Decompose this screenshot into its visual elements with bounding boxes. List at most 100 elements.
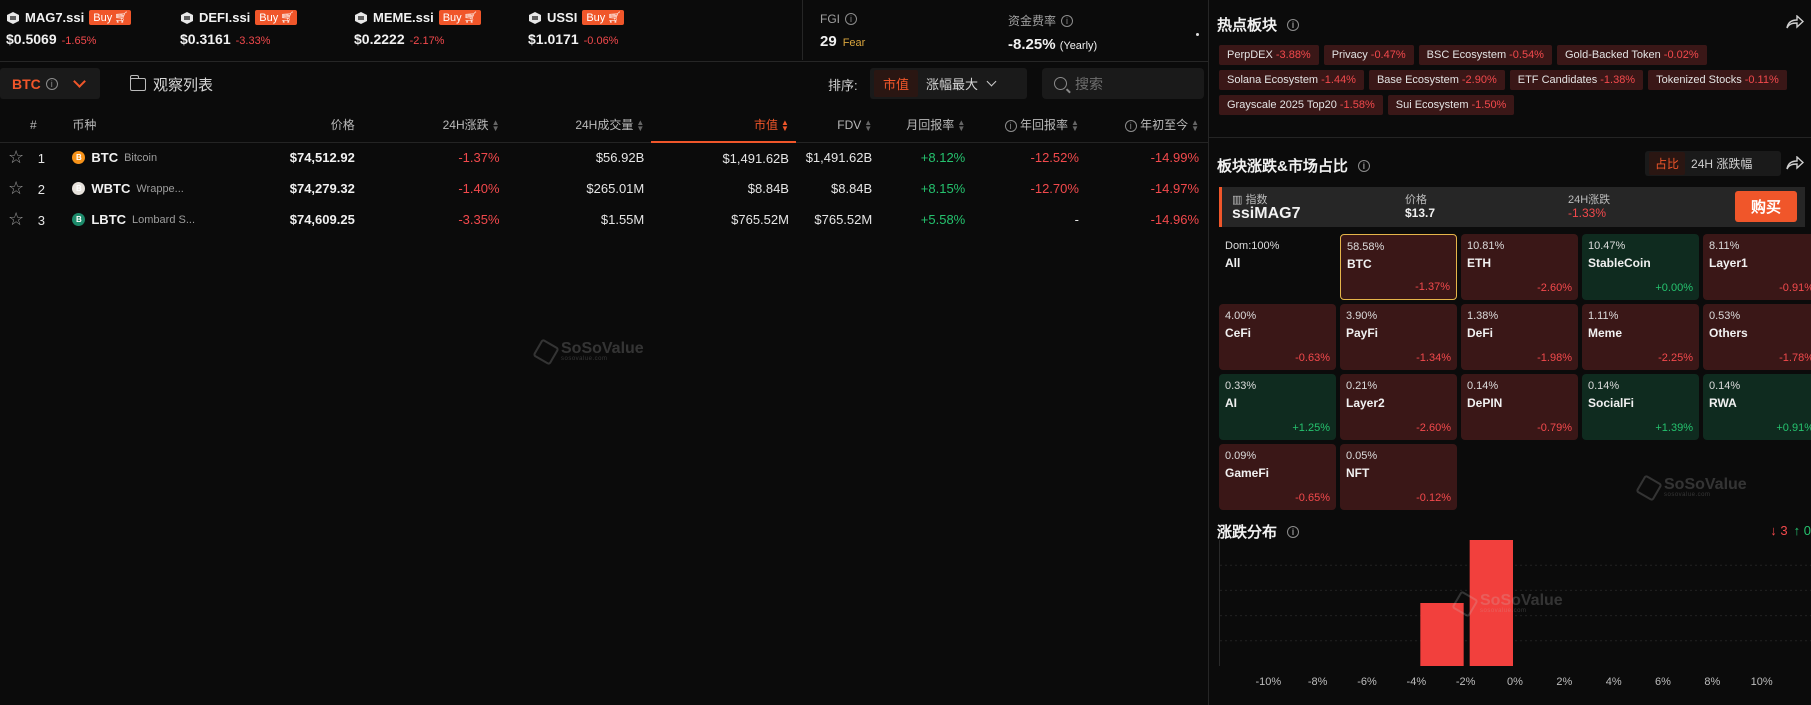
toggle-change-button[interactable]: 24H 涨跌幅 <box>1685 152 1758 175</box>
star-icon[interactable]: ☆ <box>8 147 24 167</box>
sector-cell-depin[interactable]: 0.14% DePIN -0.79% <box>1461 374 1578 440</box>
sector-cell-layer1[interactable]: 8.11% Layer1 -0.91% <box>1703 234 1811 300</box>
info-icon[interactable]: i <box>45 77 58 90</box>
volume-cell: $1.55M <box>600 212 645 227</box>
index-defi[interactable]: DEFI.ssi Buy 🛒︎ $0.3161 -3.33% <box>180 10 298 60</box>
sector-cell-stablecoin[interactable]: 10.47% StableCoin +0.00% <box>1582 234 1699 300</box>
sector-name: Others <box>1709 326 1748 340</box>
sector-cell-defi[interactable]: 1.38% DeFi -1.98% <box>1461 304 1578 370</box>
sector-cell-ai[interactable]: 0.33% AI +1.25% <box>1219 374 1336 440</box>
table-row[interactable]: ☆ 3 B LBTC Lombard S... $74,609.25 -3.35… <box>0 204 1208 235</box>
hot-sector-tag[interactable]: Privacy -0.47% <box>1323 45 1414 65</box>
col-yearly-return[interactable]: i 年回报率 ▲ ▼ <box>972 108 1086 143</box>
monthly-return-cell: +8.15% <box>920 181 966 196</box>
search-input[interactable] <box>1075 75 1195 92</box>
info-icon[interactable]: i <box>1124 120 1137 133</box>
sector-cell-payfi[interactable]: 3.90% PayFi -1.34% <box>1340 304 1457 370</box>
share-icon[interactable] <box>1786 15 1804 29</box>
hot-sector-tag[interactable]: Base Ecosystem -2.90% <box>1368 70 1505 90</box>
x-tick-label: 0% <box>1507 676 1523 688</box>
up-count: ↑ 0 <box>1794 523 1811 538</box>
watermark-logo: SoSoValue sosovalue.com <box>1451 590 1563 618</box>
info-icon[interactable]: i <box>1061 14 1074 27</box>
star-icon[interactable]: ☆ <box>8 209 24 229</box>
sector-name: CeFi <box>1225 326 1252 340</box>
index-change: -0.06% <box>583 35 619 47</box>
index-name: MEME.ssi <box>373 10 434 25</box>
share-icon[interactable] <box>1786 156 1804 170</box>
fdv-cell: $765.52M <box>814 212 873 227</box>
col-monthly-return[interactable]: 月回报率 ▲ ▼ <box>879 108 973 143</box>
hot-sector-tag[interactable]: BSC Ecosystem -0.54% <box>1418 45 1552 65</box>
star-icon[interactable]: ☆ <box>8 178 24 198</box>
price-cell: $74,512.92 <box>289 150 355 166</box>
coin-cell[interactable]: B BTC Bitcoin <box>72 142 258 173</box>
sector-cell-meme[interactable]: 1.11% Meme -2.25% <box>1582 304 1699 370</box>
monthly-return-cell: +5.58% <box>920 212 966 227</box>
buy-button[interactable]: 购买 <box>1735 191 1797 222</box>
sector-cell-layer2[interactable]: 0.21% Layer2 -2.60% <box>1340 374 1457 440</box>
tag-name: Gold-Backed Token <box>1564 49 1661 61</box>
sector-panel: 热点板块 i PerpDEX -3.88% Privacy -0.47% BSC Ecos… <box>1209 0 1811 705</box>
index-name: ssiMAG7 <box>1232 205 1301 222</box>
watchlist-tab[interactable]: 观察列表 <box>130 74 213 95</box>
x-tick-label: 10% <box>1750 676 1773 688</box>
sector-cell-cefi[interactable]: 4.00% CeFi -0.63% <box>1219 304 1336 370</box>
index-ussi[interactable]: USSI Buy 🛒︎ $1.0171 -0.06% <box>528 10 625 60</box>
sector-cell-socialfi[interactable]: 0.14% SocialFi +1.39% <box>1582 374 1699 440</box>
sector-cell-btc[interactable]: 58.58% BTC -1.37% <box>1340 234 1457 300</box>
sort-market-cap-button[interactable]: 市值 <box>874 70 919 97</box>
index-name: DEFI.ssi <box>199 10 251 25</box>
buy-tag-button[interactable]: Buy 🛒︎ <box>438 10 481 25</box>
hot-sector-tag[interactable]: Gold-Backed Token -0.02% <box>1556 45 1707 65</box>
info-icon[interactable]: i <box>1004 120 1017 133</box>
sort-top-gainers-dropdown[interactable]: 涨幅最大 <box>918 70 1003 97</box>
col-market-cap[interactable]: 市值 ▲ ▼ <box>651 108 796 143</box>
col-change24h[interactable]: 24H涨跌 ▲ ▼ <box>361 108 507 143</box>
hot-sector-tag[interactable]: Sui Ecosystem -1.50% <box>1387 95 1515 115</box>
info-icon[interactable]: i <box>1357 159 1370 172</box>
more-dot-icon[interactable] <box>1196 33 1199 36</box>
hot-sector-tag[interactable]: Tokenized Stocks -0.11% <box>1648 70 1787 90</box>
buy-tag-button[interactable]: Buy 🛒︎ <box>582 10 625 25</box>
sector-cell-nft[interactable]: 0.05% NFT -0.12% <box>1340 444 1457 510</box>
info-icon[interactable]: i <box>845 13 857 25</box>
buy-tag-button[interactable]: Buy 🛒︎ <box>89 10 132 25</box>
info-icon[interactable]: i <box>1287 18 1300 31</box>
col-ytd[interactable]: i 年初至今 ▲ ▼ <box>1085 108 1208 143</box>
sector-change: -1.37% <box>1415 281 1450 293</box>
distribution-counts: ↓ 3 ↑ 0 <box>1770 523 1811 538</box>
buy-tag-button[interactable]: Buy 🛒︎ <box>255 10 298 25</box>
hot-sector-tag[interactable]: Solana Ecosystem -1.44% <box>1219 70 1364 90</box>
price-label: 价格 <box>1405 194 1427 206</box>
sector-share: 1.38% <box>1467 310 1499 322</box>
hot-sector-tag[interactable]: ETF Candidates -1.38% <box>1509 70 1644 90</box>
coin-cell[interactable]: B WBTC Wrappe... <box>72 173 258 204</box>
hot-sector-tags: PerpDEX -3.88% Privacy -0.47% BSC Ecosystem -… <box>1219 45 1789 115</box>
sector-name: BTC <box>1347 257 1372 271</box>
sector-cell-others[interactable]: 0.53% Others -1.78% <box>1703 304 1811 370</box>
table-row[interactable]: ☆ 2 B WBTC Wrappe... $74,279.32 -1.40% $… <box>0 173 1208 204</box>
chevron-down-icon <box>72 74 86 88</box>
sector-cell-rwa[interactable]: 0.14% RWA +0.91% <box>1703 374 1811 440</box>
hot-sector-tag[interactable]: Grayscale 2025 Top20 -1.58% <box>1219 95 1383 115</box>
coin-name: Lombard S... <box>132 213 196 226</box>
toggle-share-button[interactable]: 占比 <box>1649 152 1686 175</box>
x-tick-label: 2% <box>1556 676 1573 688</box>
table-row[interactable]: ☆ 1 B BTC Bitcoin $74,512.92 -1.37% $56.… <box>0 142 1208 173</box>
hot-sector-tag[interactable]: PerpDEX -3.88% <box>1219 45 1319 65</box>
coin-category-dropdown[interactable]: BTC i <box>0 68 100 99</box>
sector-cell-all[interactable]: Dom:100% All <box>1219 234 1336 300</box>
hot-sectors-label: 热点板块 <box>1217 17 1278 34</box>
col-volume[interactable]: 24H成交量 ▲ ▼ <box>506 108 652 143</box>
col-fdv[interactable]: FDV ▲ ▼ <box>795 108 880 143</box>
price-cell: $74,609.25 <box>289 212 355 227</box>
sector-cell-gamefi[interactable]: 0.09% GameFi -0.65% <box>1219 444 1336 510</box>
sosovalue-logo-icon <box>532 338 560 366</box>
sector-cell-eth[interactable]: 10.81% ETH -2.60% <box>1461 234 1578 300</box>
rank-cell: ☆ 2 <box>0 173 72 204</box>
index-meme[interactable]: MEME.ssi Buy 🛒︎ $0.2222 -2.17% <box>354 10 481 60</box>
index-mag7[interactable]: MAG7.ssi Buy 🛒︎ $0.5069 -1.65% <box>6 10 132 60</box>
coin-cell[interactable]: B LBTC Lombard S... <box>72 204 258 235</box>
info-icon[interactable]: i <box>1287 525 1300 538</box>
